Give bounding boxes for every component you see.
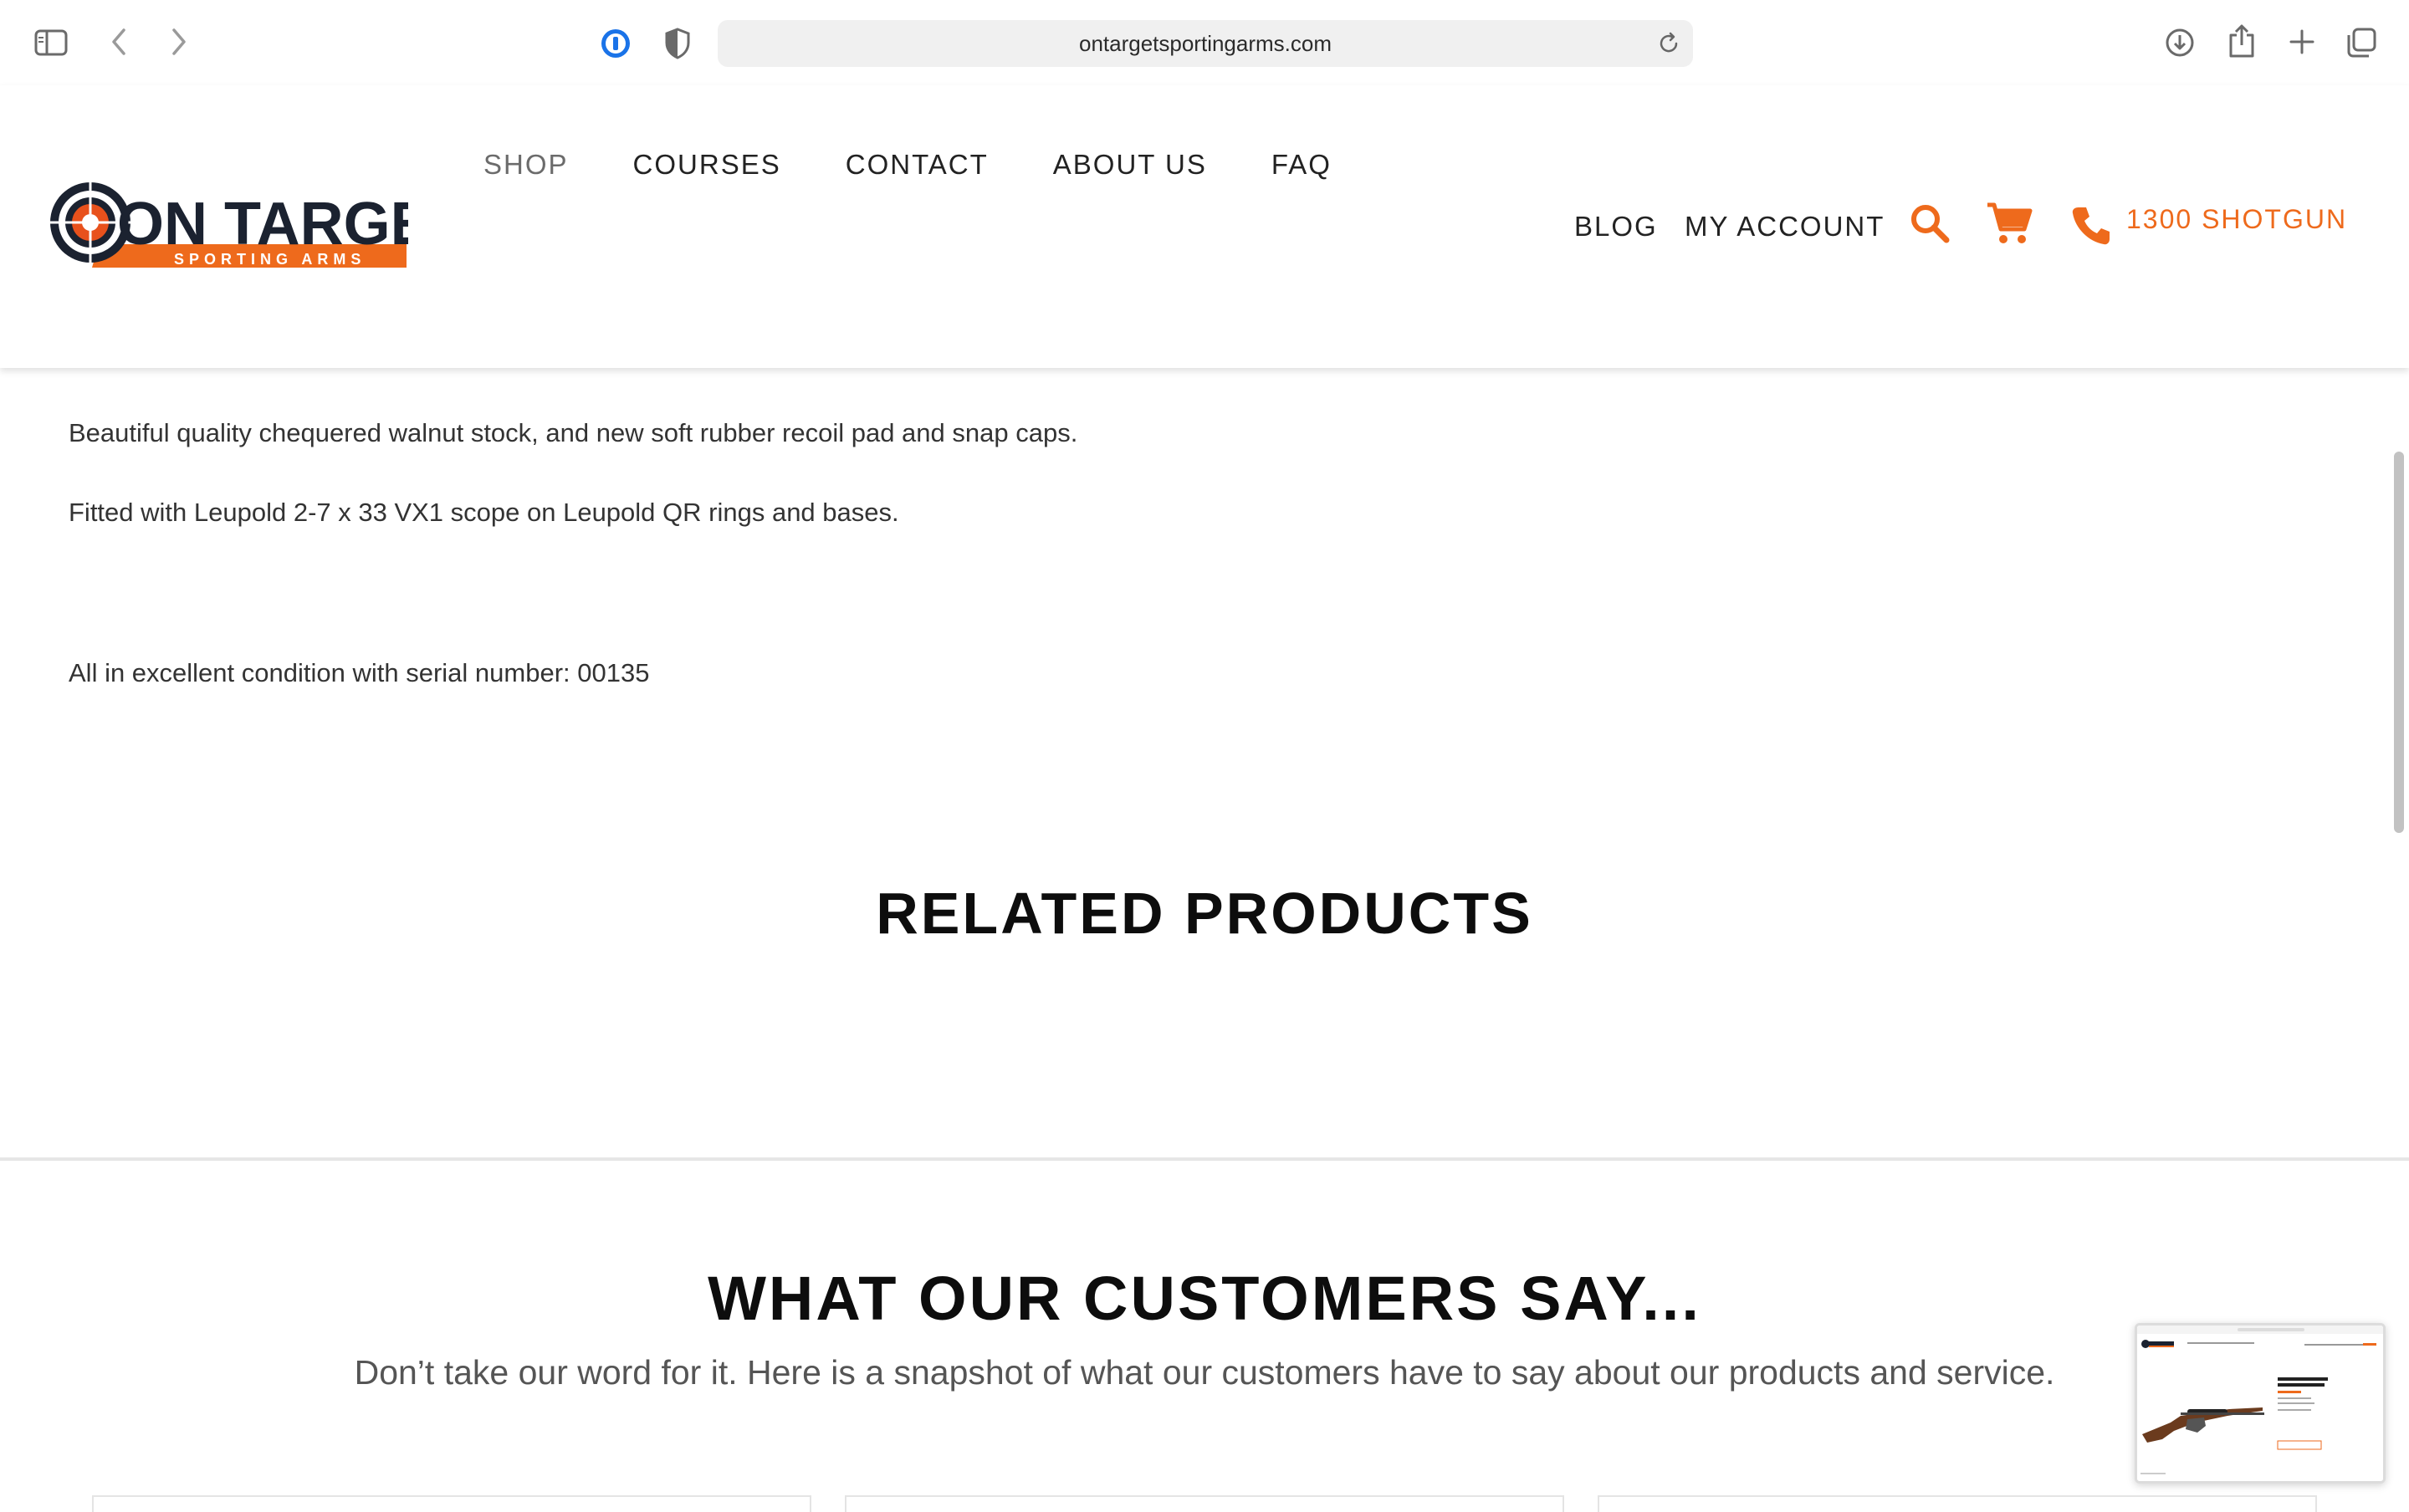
reload-icon[interactable] [1656, 31, 1681, 62]
phone-icon[interactable] [2069, 204, 2113, 248]
downloads-icon[interactable] [2163, 25, 2197, 60]
related-products-heading: RELATED PRODUCTS [876, 881, 1533, 946]
nav-shop[interactable]: SHOP [483, 149, 569, 181]
cart-icon[interactable] [1986, 201, 2033, 246]
phone-number-link[interactable]: 1300 SHOTGUN [2126, 204, 2347, 235]
logo-text: ON TARGET [117, 191, 408, 258]
back-icon[interactable] [104, 25, 134, 59]
nav-faq[interactable]: FAQ [1271, 149, 1332, 181]
address-bar[interactable]: ontargetsportingarms.com [718, 20, 1693, 67]
testimonial-card [92, 1495, 811, 1512]
logo-subtext: SPORTING ARMS [174, 251, 366, 268]
share-icon[interactable] [2225, 22, 2258, 60]
testimonial-card [1598, 1495, 2317, 1512]
section-divider [0, 1157, 2409, 1161]
page-scrollbar[interactable] [2394, 452, 2404, 833]
site-logo[interactable]: ON TARGET SPORTING ARMS [49, 179, 468, 278]
nav-blog[interactable]: BLOG [1574, 211, 1658, 243]
new-tab-icon[interactable] [2285, 25, 2319, 59]
testimonial-card [845, 1495, 1564, 1512]
site-header: ON TARGET SPORTING ARMS SHOP COURSES CON… [0, 85, 2409, 368]
primary-nav: SHOP COURSES CONTACT ABOUT US FAQ [483, 149, 1332, 181]
tab-overview-icon[interactable] [2344, 25, 2379, 60]
nav-about-us[interactable]: ABOUT US [1053, 149, 1207, 181]
sidebar-toggle-icon[interactable] [32, 27, 70, 59]
product-description-line: Beautiful quality chequered walnut stock… [69, 418, 1078, 447]
privacy-shield-icon[interactable] [661, 25, 694, 62]
nav-courses[interactable]: COURSES [633, 149, 781, 181]
url-text: ontargetsportingarms.com [1078, 30, 1332, 56]
forward-icon[interactable] [164, 25, 194, 59]
search-icon[interactable] [1909, 202, 1951, 244]
testimonials-heading: WHAT OUR CUSTOMERS SAY... [708, 1264, 1701, 1333]
product-description-line: Fitted with Leupold 2-7 x 33 VX1 scope o… [69, 498, 899, 527]
nav-my-account[interactable]: MY ACCOUNT [1685, 211, 1885, 243]
browser-toolbar: ontargetsportingarms.com [0, 0, 2409, 85]
password-manager-icon[interactable] [597, 25, 634, 62]
nav-contact[interactable]: CONTACT [846, 149, 989, 181]
product-description-line: All in excellent condition with serial n… [69, 658, 650, 687]
screenshot-thumbnail[interactable] [2135, 1323, 2386, 1484]
testimonials-subtitle: Don’t take our word for it. Here is a sn… [354, 1353, 2055, 1392]
